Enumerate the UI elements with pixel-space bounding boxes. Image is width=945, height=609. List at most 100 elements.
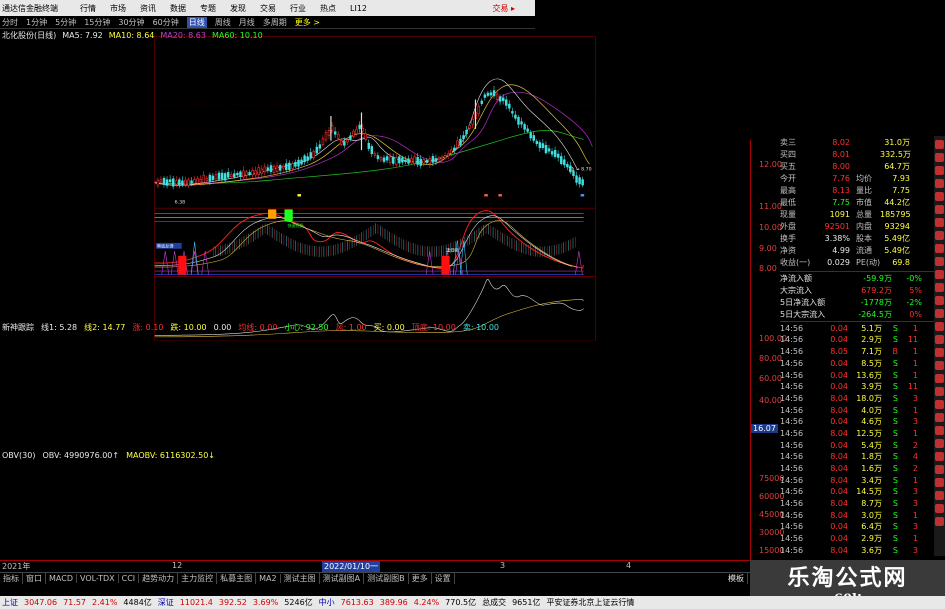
tool-icon[interactable] xyxy=(935,244,944,253)
sh-value: 3047.06 xyxy=(24,598,58,607)
indicator1-header[interactable]: 新神跟踪 线1: 5.28 线2: 14.77 涨: 0.10 跌: 10.00… xyxy=(0,322,750,333)
candle-body xyxy=(404,159,407,163)
tool-icon[interactable] xyxy=(935,192,944,201)
period-5min[interactable]: 5分钟 xyxy=(55,17,76,28)
ind1-extra-7: 顶底: 10.00 xyxy=(411,323,456,332)
indicator2-header[interactable]: OBV(30) OBV: 4990976.00↑ MAOBV: 6116302.… xyxy=(0,450,750,461)
period-weekly[interactable]: 周线 xyxy=(215,17,231,28)
tool-icon[interactable] xyxy=(935,205,944,214)
menu-item-shichang[interactable]: 市场 xyxy=(110,3,126,14)
menu-item-zhuanti[interactable]: 专题 xyxy=(200,3,216,14)
quote-row: 今开 7.76 均价 7.93 xyxy=(780,172,945,184)
kline-chart-area[interactable]: 6.38 11 → 8.70 熊底反弹 逢低吸 快速拉升 xyxy=(0,29,750,341)
tool-icon[interactable] xyxy=(935,231,944,240)
candle-body xyxy=(211,175,215,181)
tick-price: 8.04 xyxy=(830,475,848,485)
sz-label[interactable]: 深证 xyxy=(158,597,174,608)
tool-icon[interactable] xyxy=(935,374,944,383)
tick-volume: 18.0万 xyxy=(856,393,882,403)
trade-button[interactable]: 交易 ▸ xyxy=(492,3,515,14)
menu-item-zixun[interactable]: 资讯 xyxy=(140,3,156,14)
tool-icon[interactable] xyxy=(935,504,944,513)
menu-item-shuju[interactable]: 数据 xyxy=(170,3,186,14)
tab-chuangkou[interactable]: 窗口 xyxy=(23,573,46,584)
tool-icon[interactable] xyxy=(935,218,944,227)
tab-more[interactable]: 更多 xyxy=(409,573,432,584)
tool-icon[interactable] xyxy=(935,179,944,188)
menu-item-redian[interactable]: 热点 xyxy=(320,3,336,14)
tick-row: 14:56 0.04 3.9万 S 11 xyxy=(780,381,945,393)
flow-row: 5日大宗流入 -264.5万 0% xyxy=(780,308,945,320)
tool-icon[interactable] xyxy=(935,465,944,474)
period-15min[interactable]: 15分钟 xyxy=(84,17,110,28)
tool-icon[interactable] xyxy=(935,283,944,292)
period-1min[interactable]: 1分钟 xyxy=(26,17,47,28)
tool-icon[interactable] xyxy=(935,517,944,526)
period-60min[interactable]: 60分钟 xyxy=(153,17,179,28)
quote-value: 8.02 xyxy=(832,137,850,147)
tool-icon[interactable] xyxy=(935,270,944,279)
tab-simu[interactable]: 私募主图 xyxy=(217,573,257,584)
menu-item-jiaoyi[interactable]: 交易 xyxy=(260,3,276,14)
menu-item-li12[interactable]: LI12 xyxy=(350,4,367,13)
tab-macd[interactable]: MACD xyxy=(46,574,77,583)
tool-icon[interactable] xyxy=(935,322,944,331)
period-multi[interactable]: 多周期 xyxy=(263,17,287,28)
tool-icon[interactable] xyxy=(935,166,944,175)
flow-row: 净流入额 -59.9万 -0% xyxy=(780,272,945,284)
tab-ceshi-b[interactable]: 测试副图B xyxy=(364,573,409,584)
tool-icon[interactable] xyxy=(935,140,944,149)
tool-icon[interactable] xyxy=(935,426,944,435)
tool-icon[interactable] xyxy=(935,361,944,370)
quote-key2: 内盘 xyxy=(856,222,872,232)
tab-zhuli[interactable]: 主力监控 xyxy=(178,573,218,584)
period-more[interactable]: 更多 > xyxy=(295,17,320,28)
zx-label[interactable]: 中小 xyxy=(319,597,335,608)
tool-icon[interactable] xyxy=(935,452,944,461)
candle-body xyxy=(321,138,325,145)
tool-icon[interactable] xyxy=(935,387,944,396)
tool-icon[interactable] xyxy=(935,309,944,318)
tab-ma2[interactable]: MA2 xyxy=(256,574,281,583)
ma10-line xyxy=(154,84,590,186)
tab-vol[interactable]: VOL-TDX xyxy=(77,574,119,583)
sh-label[interactable]: 上证 xyxy=(2,597,18,608)
flow-pct: -2% xyxy=(906,297,922,307)
candle-body xyxy=(495,93,499,100)
tool-icon[interactable] xyxy=(935,439,944,448)
tick-time: 14:56 xyxy=(780,382,804,392)
tool-icon[interactable] xyxy=(935,491,944,500)
price-axis: 12.00 11.00 10.00 9.00 8.00 100.00 80.00… xyxy=(750,140,787,560)
tab-qushi[interactable]: 趋势动力 xyxy=(139,573,179,584)
tab-ceshi-zhu[interactable]: 测试主图 xyxy=(281,573,320,584)
tool-icon[interactable] xyxy=(935,153,944,162)
tab-cci[interactable]: CCI xyxy=(119,574,140,583)
quote-key: 买四 xyxy=(780,149,796,159)
quote-value: 92501 xyxy=(824,222,850,232)
candle-body xyxy=(465,129,468,135)
tab-ceshi-a[interactable]: 测试副图A xyxy=(320,573,365,584)
candle-body xyxy=(364,133,367,140)
tool-icon[interactable] xyxy=(935,400,944,409)
tick-time: 14:56 xyxy=(780,405,804,415)
tool-icon[interactable] xyxy=(935,413,944,422)
menu-item-hangye[interactable]: 行业 xyxy=(290,3,306,14)
tool-icon[interactable] xyxy=(935,296,944,305)
tick-volume: 4.0万 xyxy=(861,405,882,415)
tool-icon[interactable] xyxy=(935,348,944,357)
tab-settings[interactable]: 设置 xyxy=(432,573,455,584)
template-button[interactable]: 模板 xyxy=(725,573,748,584)
candle-body xyxy=(196,178,199,184)
menu-item-faxian[interactable]: 发现 xyxy=(230,3,246,14)
menu-item-hangqing[interactable]: 行情 xyxy=(80,3,96,14)
ma60-value: MA60: 10.10 xyxy=(211,31,263,40)
period-30min[interactable]: 30分钟 xyxy=(118,17,144,28)
tool-icon[interactable] xyxy=(935,478,944,487)
period-daily[interactable]: 日线 xyxy=(186,16,207,28)
period-monthly[interactable]: 月线 xyxy=(239,17,255,28)
tab-zhibiao[interactable]: 指标 xyxy=(0,573,23,584)
tool-icon[interactable] xyxy=(935,335,944,344)
candle-body xyxy=(480,100,484,104)
period-fenshi[interactable]: 分时 xyxy=(2,17,18,28)
tool-icon[interactable] xyxy=(935,257,944,266)
